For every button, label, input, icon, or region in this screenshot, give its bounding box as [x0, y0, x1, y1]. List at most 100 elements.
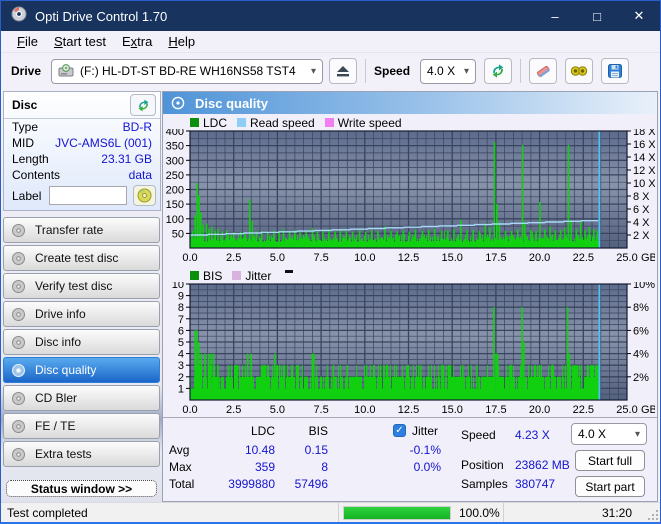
svg-text:12 X: 12 X [633, 165, 655, 177]
disc-icon [11, 223, 26, 238]
menu-file[interactable]: File [9, 32, 46, 51]
svg-text:22.5: 22.5 [573, 404, 594, 416]
disc-contents-label: Contents [12, 168, 61, 182]
speed-value: 4.0 X [427, 64, 456, 78]
title-bar: Opti Drive Control 1.70 – □ ✕ [1, 1, 660, 31]
svg-text:0.0: 0.0 [182, 252, 197, 264]
svg-text:200: 200 [166, 185, 184, 197]
sidebar: Disc Type BD-R MID JVC-AMS6L (001) Lengt… [1, 89, 162, 502]
sidebar-item-extra-tests[interactable]: Extra tests [3, 441, 160, 467]
drive-icon [58, 64, 74, 78]
sidebar-item-fe-te[interactable]: FE / TE [3, 413, 160, 439]
speed-stat-label: Speed [461, 428, 496, 442]
start-full-button[interactable]: Start full [575, 450, 645, 471]
sidebar-item-create-test-disc[interactable]: Create test disc [3, 245, 160, 271]
sidebar-item-disc-info[interactable]: Disc info [3, 329, 160, 355]
minimize-button[interactable]: – [534, 1, 576, 31]
svg-text:2.5: 2.5 [226, 404, 241, 416]
sidebar-item-cd-bler[interactable]: CD Bler [3, 385, 160, 411]
disc-mid-label: MID [12, 136, 34, 150]
disc-icon [11, 335, 26, 350]
disc-type-value: BD-R [122, 120, 152, 134]
disc-icon [11, 447, 26, 462]
sidebar-item-drive-info[interactable]: Drive info [3, 301, 160, 327]
drive-label: Drive [11, 64, 42, 78]
bis-legend-swatch [190, 271, 199, 280]
svg-text:15.0: 15.0 [441, 404, 462, 416]
max-jitter-value: 0.0% [413, 460, 441, 474]
sidebar-item-label: Disc info [35, 335, 82, 349]
svg-text:2%: 2% [633, 372, 649, 384]
sidebar-nav: Transfer rate Create test disc Verify te… [1, 216, 162, 468]
write-speed-legend-swatch [324, 118, 334, 127]
read-speed-legend-swatch [237, 118, 247, 127]
svg-text:10%: 10% [633, 282, 655, 291]
erase-button[interactable] [529, 58, 558, 84]
maximize-button[interactable]: □ [576, 1, 618, 31]
menu-start-test[interactable]: Start test [46, 32, 114, 51]
disc-label-button[interactable] [133, 185, 156, 206]
svg-text:22.5: 22.5 [573, 252, 594, 264]
svg-text:9: 9 [178, 291, 184, 303]
disc-icon [11, 363, 26, 378]
position-stat-value: 23862 MB [515, 458, 570, 472]
sidebar-item-transfer-rate[interactable]: Transfer rate [3, 217, 160, 243]
svg-text:4%: 4% [633, 349, 649, 361]
svg-text:1: 1 [178, 383, 184, 395]
jitter-checkbox[interactable]: ✓ [393, 424, 406, 437]
resize-grip[interactable] [648, 503, 660, 522]
total-bis-value: 57496 [294, 477, 328, 491]
total-row-label: Total [169, 477, 195, 491]
panel-header: Disc quality [163, 92, 657, 114]
svg-text:100: 100 [166, 214, 184, 226]
disc-icon [171, 96, 185, 110]
sidebar-item-disc-quality[interactable]: Disc quality [3, 357, 160, 383]
disc-type-row: Type BD-R [4, 119, 160, 135]
disc-label-input[interactable] [49, 186, 128, 205]
samples-stat-label: Samples [461, 477, 508, 491]
eject-button[interactable] [329, 58, 358, 84]
refresh-button[interactable] [484, 58, 513, 84]
svg-text:10.0: 10.0 [354, 404, 375, 416]
save-button[interactable] [601, 58, 630, 84]
svg-text:10 X: 10 X [633, 178, 655, 190]
svg-text:8%: 8% [633, 302, 649, 314]
sidebar-item-verify-test-disc[interactable]: Verify test disc [3, 273, 160, 299]
quality-speed-select[interactable]: 4.0 X ▾ [571, 423, 647, 445]
binoculars-button[interactable] [565, 58, 594, 84]
sidebar-item-label: CD Bler [35, 391, 78, 405]
max-bis-value: 8 [321, 460, 328, 474]
svg-text:2 X: 2 X [633, 230, 650, 242]
menu-extra[interactable]: Extra [114, 32, 160, 51]
bis-chart-legend: BIS Jitter [190, 268, 657, 283]
toolbar-separator [520, 59, 522, 83]
close-button[interactable]: ✕ [618, 1, 660, 31]
svg-text:5: 5 [178, 337, 184, 349]
svg-text:10.0: 10.0 [354, 252, 375, 264]
svg-text:12.5: 12.5 [398, 404, 419, 416]
svg-text:7: 7 [178, 314, 184, 326]
disc-quality-panel: Disc quality LDC Read speed Write speed … [162, 91, 658, 502]
disc-refresh-button[interactable] [130, 94, 156, 116]
ldc-column-header: LDC [250, 424, 275, 438]
app-window: Opti Drive Control 1.70 – □ ✕ File Start… [0, 0, 661, 524]
svg-text:GB: GB [641, 252, 655, 264]
svg-text:17.5: 17.5 [485, 252, 506, 264]
jitter-legend-label: Jitter [245, 268, 272, 283]
status-window-button[interactable]: Status window >> [6, 480, 157, 497]
disc-info-panel: Disc Type BD-R MID JVC-AMS6L (001) Lengt… [3, 91, 161, 211]
read-speed-legend-label: Read speed [250, 115, 315, 130]
sidebar-item-label: FE / TE [35, 419, 76, 433]
avg-jitter-value: -0.1% [409, 443, 441, 457]
start-part-button[interactable]: Start part [575, 476, 645, 497]
drive-select[interactable]: (F:) HL-DT-ST BD-RE WH16NS58 TST4 ▾ [51, 58, 324, 84]
svg-text:0.0: 0.0 [182, 404, 197, 416]
speed-select[interactable]: 4.0 X ▾ [420, 58, 477, 84]
status-bar: Test completed 100.0% 31:20 [1, 502, 660, 522]
menu-help[interactable]: Help [160, 32, 203, 51]
samples-stat-value: 380747 [515, 477, 556, 491]
svg-text:5.0: 5.0 [270, 252, 285, 264]
bis-chart: 1 2 3 4 5 6 7 8 9 10 2% 4% 6% 8% 10% 0.0 2.5 5.0 7.5 10.0 12… [163, 279, 657, 417]
stats-area: LDC BIS ✓ Jitter Avg 10.48 0.15 -0.1% Ma… [163, 417, 657, 501]
